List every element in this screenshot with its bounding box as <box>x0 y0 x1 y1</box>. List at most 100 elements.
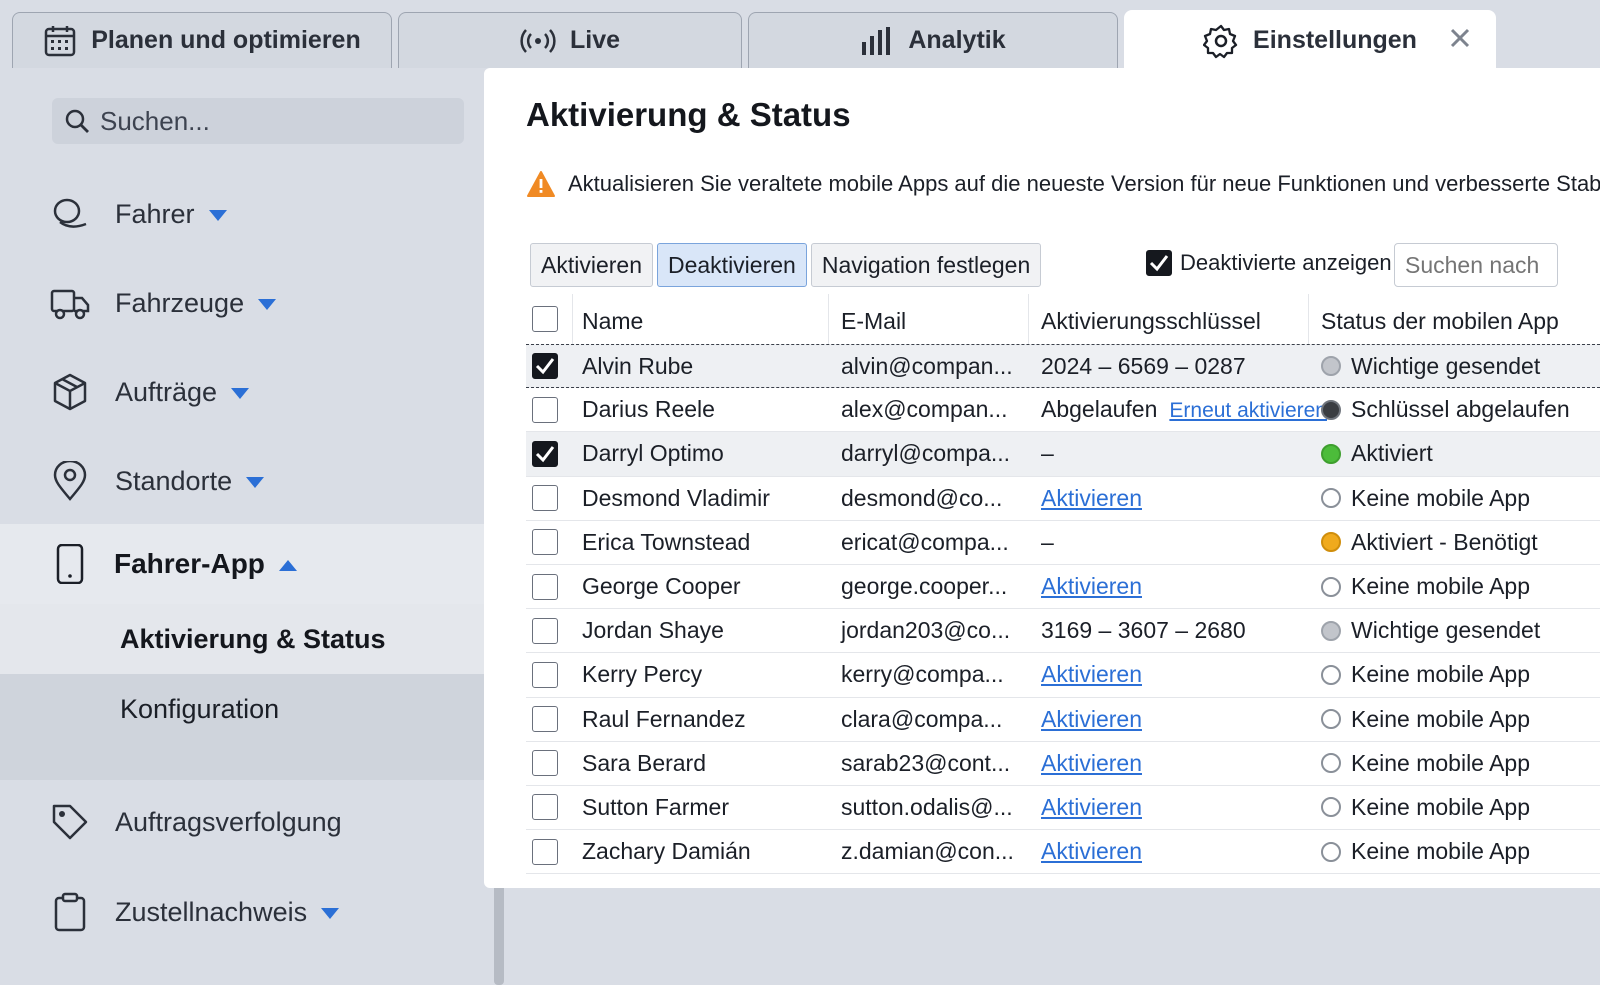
table-row[interactable]: Darius Reele alex@compan... Abgelaufen Erne… <box>526 388 1600 433</box>
reactivate-link[interactable]: Erneut aktivieren <box>1169 399 1327 422</box>
row-checkbox[interactable] <box>532 353 558 380</box>
sidebar-subitem-aktivierung[interactable]: Aktivierung & Status <box>0 604 494 674</box>
tab-bar: Planen und optimieren Live Analytik Eins… <box>0 0 1600 70</box>
table-row[interactable]: Zachary Damián z.damian@con... Aktivieren K… <box>526 830 1600 875</box>
location-pin-icon <box>53 461 87 501</box>
cell-activation-key: Aktivieren <box>1041 794 1142 821</box>
row-checkbox[interactable] <box>532 396 558 423</box>
status-dot-icon <box>1321 620 1341 641</box>
activate-button[interactable]: Aktivieren <box>530 243 653 287</box>
main-panel: Aktivierung & Status Aktualisieren Sie v… <box>484 68 1600 888</box>
table-row[interactable]: George Cooper george.cooper... Aktivieren K… <box>526 565 1600 610</box>
cell-status: Aktiviert - Benötigt <box>1321 529 1538 556</box>
column-header-name[interactable]: Name <box>582 308 643 335</box>
chevron-down-icon <box>208 209 227 221</box>
table-row[interactable]: Sutton Farmer sutton.odalis@... Aktivieren… <box>526 786 1600 831</box>
set-navigation-button[interactable]: Navigation festlegen <box>810 243 1042 287</box>
row-checkbox[interactable] <box>532 706 558 733</box>
search-placeholder: Suchen... <box>100 105 210 136</box>
users-table: Name E-Mail Aktivierungsschlüssel Status… <box>526 294 1600 875</box>
cell-name: Desmond Vladimir <box>582 484 770 511</box>
cell-status: Keine mobile App <box>1321 750 1530 777</box>
cell-name: Erica Townstead <box>582 528 751 555</box>
tab-einstellungen[interactable]: Einstellungen <box>1124 10 1496 70</box>
activate-link[interactable]: Aktivieren <box>1041 794 1142 820</box>
sidebar-subitem-konfiguration[interactable]: Konfiguration <box>120 694 279 725</box>
table-row[interactable]: Kerry Percy kerry@compa... Aktivieren Keine… <box>526 653 1600 698</box>
status-text: Keine mobile App <box>1351 573 1531 600</box>
sidebar-item-label: Fahrer <box>115 198 195 229</box>
status-dot-icon <box>1321 356 1341 377</box>
activate-link[interactable]: Aktivieren <box>1041 706 1142 732</box>
sidebar-item-auftragsverfolgung[interactable]: Auftragsverfolgung <box>0 792 494 852</box>
sidebar-group-fahrer-app: Fahrer-App Aktivierung & Status Konfigur… <box>0 524 494 780</box>
cell-email: z.damian@con... <box>841 838 1014 865</box>
row-checkbox[interactable] <box>532 573 558 600</box>
sidebar-item-fahrer-app[interactable]: Fahrer-App <box>0 524 494 604</box>
tab-label: Live <box>569 26 621 54</box>
activate-link[interactable]: Aktivieren <box>1041 573 1142 599</box>
status-text: Wichtige gesendet <box>1351 617 1541 644</box>
chevron-down-icon <box>321 907 340 919</box>
chevron-up-icon <box>278 560 297 572</box>
activate-link[interactable]: Aktivieren <box>1041 661 1142 687</box>
activate-link[interactable]: Aktivieren <box>1041 838 1142 864</box>
row-checkbox[interactable] <box>532 794 558 821</box>
tab-planen[interactable]: Planen und optimieren <box>12 12 392 68</box>
cell-name: Zachary Damián <box>582 838 751 865</box>
row-checkbox[interactable] <box>532 440 558 467</box>
sidebar-item-zustellnachweis[interactable]: Zustellnachweis <box>0 882 494 942</box>
row-checkbox[interactable] <box>532 838 558 865</box>
table-row[interactable]: Alvin Rube alvin@compan... 2024 – 6569 – 0… <box>526 344 1600 389</box>
table-row[interactable]: Jordan Shaye jordan203@co... 3169 – 3607 –… <box>526 609 1600 654</box>
select-all-checkbox[interactable] <box>532 306 558 332</box>
action-toolbar: Aktivieren Deaktivieren Navigation festl… <box>530 243 1042 287</box>
status-dot-icon <box>1321 576 1341 597</box>
cell-activation-key: – <box>1041 440 1054 467</box>
status-text: Keine mobile App <box>1351 705 1531 732</box>
status-text: Keine mobile App <box>1351 838 1531 865</box>
column-header-email[interactable]: E-Mail <box>841 308 906 335</box>
row-checkbox[interactable] <box>532 661 558 688</box>
page-title: Aktivierung & Status <box>526 96 851 133</box>
row-checkbox[interactable] <box>532 617 558 644</box>
status-text: Aktiviert <box>1351 440 1433 467</box>
activation-key-text: – <box>1041 440 1054 467</box>
table-row[interactable]: Darryl Optimo darryl@compa... – Aktiviert <box>526 432 1600 477</box>
table-row[interactable]: Sara Berard sarab23@cont... Aktivieren Kein… <box>526 742 1600 786</box>
sidebar-item-fahrer[interactable]: Fahrer <box>0 184 494 244</box>
show-deactivated-toggle[interactable]: Deaktivierte anzeigen <box>1146 250 1392 276</box>
cell-activation-key: 2024 – 6569 – 0287 <box>1041 353 1246 380</box>
column-header-status[interactable]: Status der mobilen App <box>1321 308 1559 335</box>
row-checkbox[interactable] <box>532 529 558 556</box>
activate-link[interactable]: Aktivieren <box>1041 485 1142 511</box>
close-icon[interactable] <box>1449 27 1471 49</box>
sidebar-item-label: Standorte <box>115 465 233 496</box>
column-header-key[interactable]: Aktivierungsschlüssel <box>1041 308 1261 335</box>
row-checkbox[interactable] <box>532 750 558 777</box>
sidebar-item-auftraege[interactable]: Aufträge <box>0 362 494 422</box>
sidebar-item-fahrzeuge[interactable]: Fahrzeuge <box>0 273 494 333</box>
activate-link[interactable]: Aktivieren <box>1041 750 1142 776</box>
sidebar-search-input[interactable]: Suchen... <box>52 98 464 144</box>
cell-name: Jordan Shaye <box>582 617 724 644</box>
cell-name: George Cooper <box>582 573 741 600</box>
cell-activation-key: – <box>1041 529 1054 556</box>
cell-email: george.cooper... <box>841 573 1008 600</box>
sidebar-item-standorte[interactable]: Standorte <box>0 451 494 511</box>
deactivate-button[interactable]: Deaktivieren <box>656 243 807 287</box>
warning-banner: Aktualisieren Sie veraltete mobile Apps … <box>526 170 1600 198</box>
show-deactivated-checkbox[interactable] <box>1146 250 1172 276</box>
cell-status: Aktiviert <box>1321 440 1433 467</box>
cell-status: Keine mobile App <box>1321 661 1530 688</box>
tab-analytik[interactable]: Analytik <box>748 12 1118 68</box>
tab-label: Planen und optimieren <box>91 26 361 54</box>
row-checkbox[interactable] <box>532 485 558 512</box>
activation-key-text: Abgelaufen <box>1041 396 1158 423</box>
table-row[interactable]: Raul Fernandez clara@compa... Aktivieren Ke… <box>526 698 1600 742</box>
table-row[interactable]: Erica Townstead ericat@compa... – Aktiviert… <box>526 521 1600 565</box>
table-search-input[interactable] <box>1394 243 1558 287</box>
table-row[interactable]: Desmond Vladimir desmond@co... Aktivieren K… <box>526 477 1600 521</box>
cell-email: sutton.odalis@... <box>841 793 1013 820</box>
tab-live[interactable]: Live <box>398 12 742 68</box>
